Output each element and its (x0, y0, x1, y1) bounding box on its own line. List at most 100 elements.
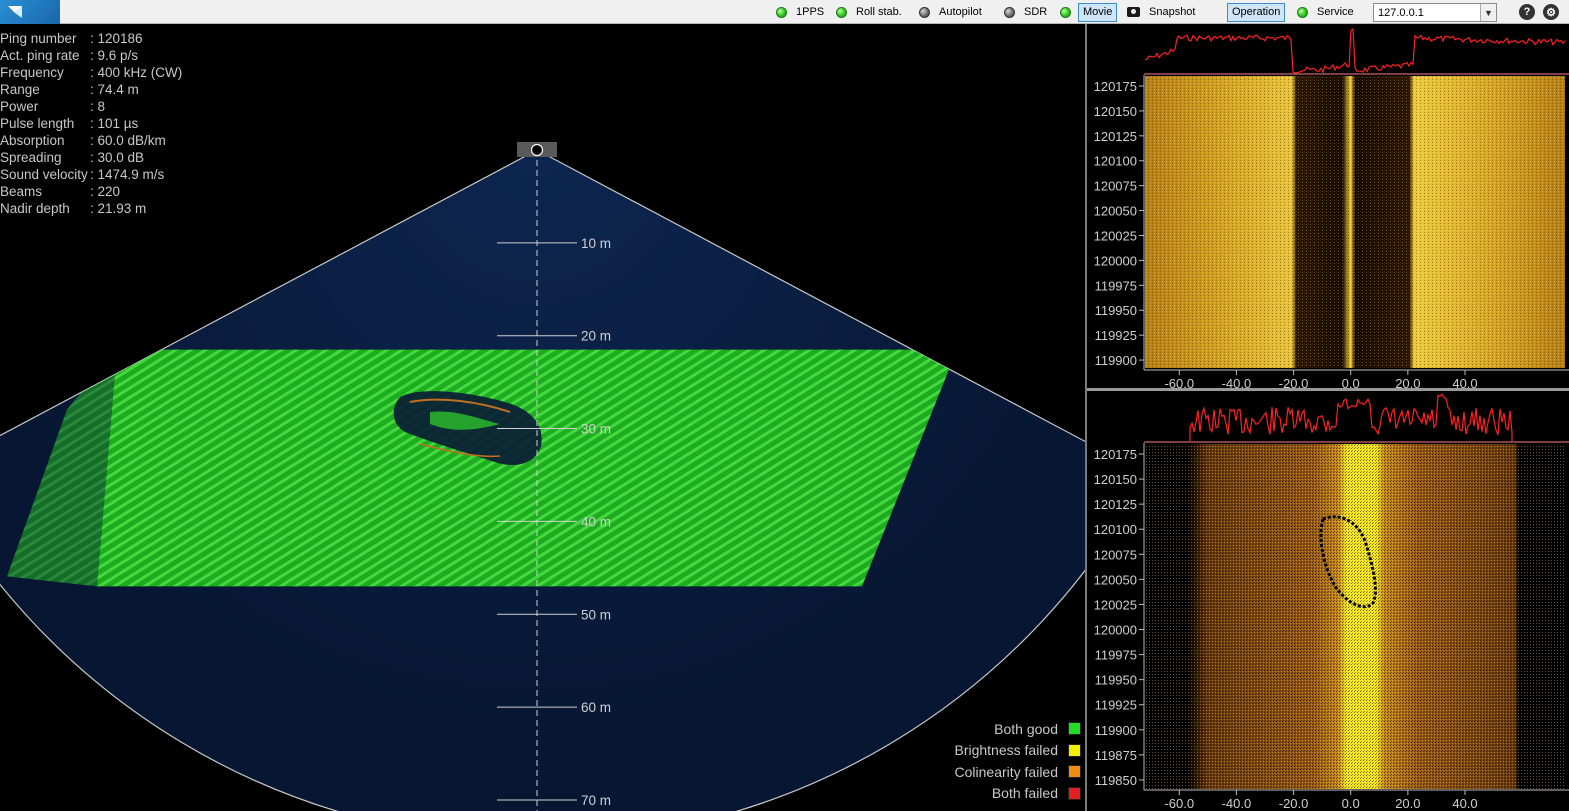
y-tick-label: 120150 (1094, 104, 1137, 119)
status-value: : 220 (90, 184, 121, 199)
top-intensity-profile (1144, 27, 1566, 74)
seafloor-swath (7, 349, 957, 587)
y-tick-label: 120175 (1094, 447, 1137, 462)
status-key: Absorption (0, 133, 65, 148)
chevron-down-icon[interactable]: ▼ (1480, 4, 1496, 21)
waterfall-bottom-x-axis: -60.0 -40.0 -20.0 0.0 20.0 40.0 (1164, 790, 1478, 811)
status-key: Sound velocity (0, 167, 88, 182)
status-led-icon (1060, 6, 1071, 18)
status-row: Power: 8 (0, 98, 182, 115)
x-tick-label: 20.0 (1395, 796, 1420, 811)
range-label: 10 m (581, 236, 611, 251)
status-key: Spreading (0, 150, 62, 165)
y-tick-label: 119975 (1095, 648, 1137, 663)
status-row: Range: 74.4 m (0, 81, 182, 98)
range-label: 50 m (581, 607, 611, 622)
status-row: Sound velocity: 1474.9 m/s (0, 166, 182, 183)
y-tick-label: 119900 (1095, 723, 1137, 738)
legend-swatch (1068, 765, 1081, 779)
x-tick-label: -20.0 (1279, 376, 1309, 388)
legend-label: Both failed (991, 785, 1058, 802)
status-led-icon (836, 6, 847, 18)
legend-label: Brightness failed (954, 742, 1058, 759)
status-row: Absorption: 60.0 dB/km (0, 132, 182, 149)
y-tick-label: 119900 (1095, 353, 1137, 368)
waterfall-bottom-y-axis: 120175 120150 120125 120100 120075 120050 1200… (1094, 447, 1144, 788)
status-value: : 21.93 m (90, 201, 147, 216)
status-led-icon (776, 6, 787, 18)
indicator-sdr: SDR (1004, 0, 1047, 24)
y-tick-label: 120125 (1094, 497, 1137, 512)
status-row: Pulse length : 101 µs (0, 115, 182, 132)
y-tick-label: 120100 (1094, 154, 1137, 169)
indicator-autopilot: Autopilot (919, 0, 982, 24)
indicator-roll-stab: Roll stab. (836, 0, 902, 24)
waterfall-bottom-panel[interactable]: 120175 120150 120125 120100 120075 120050 1200… (1087, 391, 1569, 811)
legend-swatch (1068, 743, 1081, 757)
camera-icon (1127, 7, 1140, 17)
status-led-icon (1004, 6, 1015, 18)
service-button[interactable]: Service (1297, 0, 1354, 24)
status-value: : 30.0 dB (90, 150, 145, 165)
y-tick-label: 119875 (1095, 748, 1137, 763)
status-row: Nadir depth : 21.93 m (0, 200, 182, 217)
y-tick-label: 120025 (1094, 597, 1137, 612)
indicator-label: SDR (1024, 6, 1048, 18)
x-tick-label: -40.0 (1222, 376, 1252, 388)
x-tick-label: -60.0 (1164, 796, 1194, 811)
range-label: 60 m (581, 700, 611, 715)
x-tick-label: -40.0 (1222, 796, 1252, 811)
status-key: Act. ping rate (0, 48, 80, 63)
indicator-label: Autopilot (939, 6, 982, 18)
indicator-1pps: 1PPS (776, 0, 824, 24)
y-tick-label: 120075 (1094, 179, 1137, 194)
y-tick-label: 119925 (1095, 698, 1137, 713)
ip-address-value: 127.0.0.1 (1378, 6, 1424, 19)
y-tick-label: 120125 (1094, 129, 1137, 144)
ip-address-select[interactable]: 127.0.0.1 ▼ (1373, 3, 1497, 22)
status-value: : 101 µs (90, 116, 139, 131)
y-tick-label: 120050 (1094, 572, 1137, 587)
movie-button[interactable]: Movie (1078, 3, 1118, 22)
operation-button[interactable]: Operation (1227, 3, 1286, 22)
waterfall-top-x-axis: -60.0 -40.0 -20.0 0.0 20.0 40.0 (1164, 370, 1478, 388)
indicator-label: 1PPS (796, 6, 825, 18)
status-row: Act. ping rate : 9.6 p/s (0, 47, 182, 64)
status-key: Nadir depth (0, 201, 70, 216)
help-icon[interactable]: ? (1519, 4, 1535, 20)
range-label: 30 m (581, 422, 611, 437)
x-tick-label: -60.0 (1164, 376, 1194, 388)
indicator-movie (1060, 0, 1080, 24)
status-row: Spreading : 30.0 dB (0, 149, 182, 166)
settings-icon[interactable]: ⚙ (1543, 4, 1559, 20)
snapshot-label: Snapshot (1149, 6, 1196, 18)
legend-item-both-failed: Both failed (900, 783, 1081, 805)
status-row: Frequency: 400 kHz (CW) (0, 64, 182, 81)
y-tick-label: 120000 (1094, 623, 1137, 638)
status-key: Beams (0, 184, 43, 199)
status-value: : 9.6 p/s (90, 48, 139, 63)
range-label: 70 m (581, 793, 611, 808)
x-tick-label: 0.0 (1342, 796, 1360, 811)
y-tick-label: 120100 (1094, 522, 1137, 537)
service-label: Service (1317, 6, 1354, 18)
legend-item-colinearity-failed: Colinearity failed (900, 761, 1081, 783)
legend-swatch (1068, 786, 1081, 800)
y-tick-label: 120000 (1094, 253, 1137, 268)
y-tick-label: 119925 (1095, 328, 1137, 343)
transducer-icon (517, 142, 557, 157)
snapshot-button[interactable]: Snapshot (1127, 0, 1195, 24)
y-tick-label: 120150 (1094, 472, 1137, 487)
waterfall-top-panel[interactable]: 120175 120150 120125 120100 120075 120050 1200… (1087, 24, 1569, 388)
quality-legend: Both good Brightness failed Colinearity … (900, 718, 1081, 804)
legend-label: Both good (994, 720, 1058, 737)
status-value: : 400 kHz (CW) (90, 65, 183, 80)
x-tick-label: 0.0 (1342, 376, 1360, 388)
range-label: 20 m (581, 329, 611, 344)
waterfall-bottom-svg: 120175 120150 120125 120100 120075 120050 1200… (1094, 393, 1569, 811)
y-tick-label: 120025 (1094, 228, 1137, 243)
status-led-icon (1297, 6, 1308, 18)
status-value: : 8 (90, 99, 106, 114)
app-logo (0, 0, 60, 24)
status-key: Pulse length (0, 116, 75, 131)
